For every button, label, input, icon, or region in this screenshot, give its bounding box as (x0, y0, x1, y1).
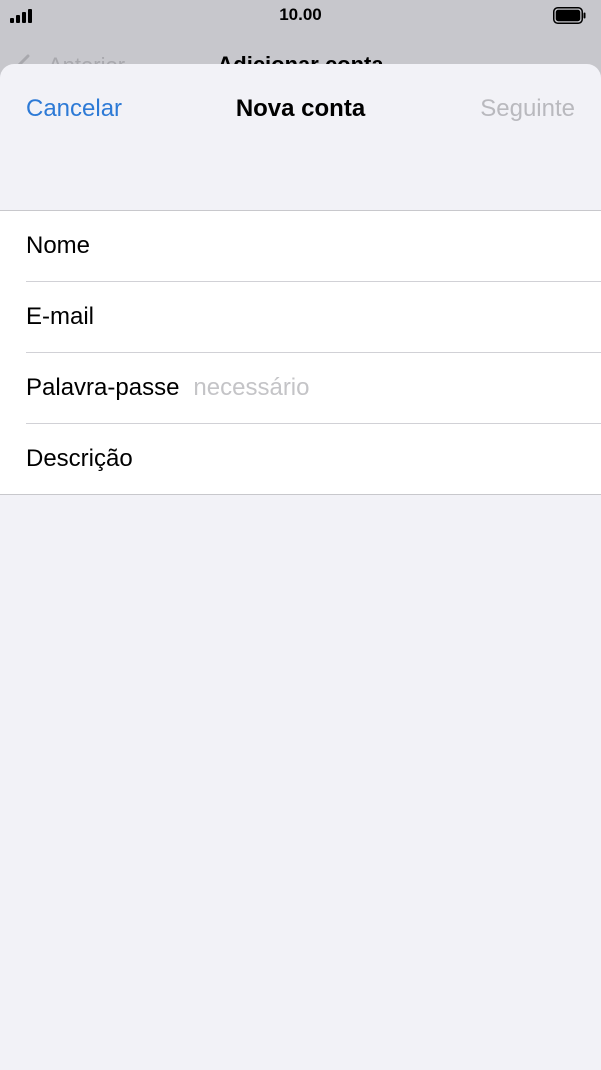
password-field[interactable] (193, 374, 554, 402)
status-time: 10.00 (279, 5, 322, 24)
password-label: Palavra-passe (26, 374, 180, 401)
name-row[interactable]: Nome (26, 211, 601, 282)
account-form: Nome E-mail Palavra-passe Descrição (0, 210, 601, 495)
battery-icon (553, 7, 586, 24)
status-bar: 10.00 (0, 0, 601, 34)
description-row[interactable]: Descrição (26, 424, 601, 494)
email-row[interactable]: E-mail (26, 282, 601, 353)
description-field[interactable] (146, 445, 507, 473)
sheet-nav-bar: Cancelar Nova conta Seguinte (0, 64, 601, 154)
name-field[interactable] (104, 232, 465, 260)
email-field[interactable] (108, 303, 469, 331)
email-label: E-mail (26, 303, 95, 330)
new-account-sheet: Cancelar Nova conta Seguinte Nome E-mail… (0, 64, 601, 1070)
password-row[interactable]: Palavra-passe (26, 353, 601, 424)
name-label: Nome (26, 232, 91, 259)
next-button[interactable]: Seguinte (480, 95, 575, 123)
description-label: Descrição (26, 445, 133, 472)
